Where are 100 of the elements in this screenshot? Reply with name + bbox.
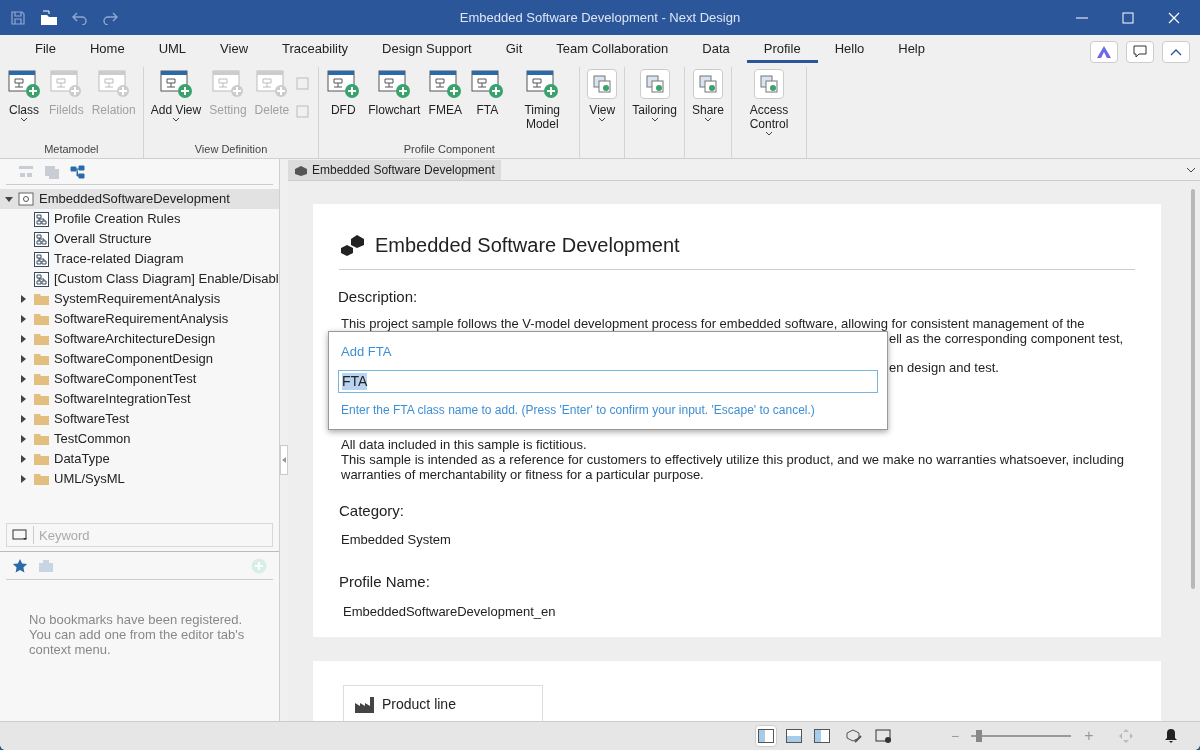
document-title: Embedded Software Development xyxy=(375,233,680,258)
expand-arrow-icon[interactable] xyxy=(21,375,26,383)
folder-icon xyxy=(34,353,49,365)
menu-tab[interactable]: Design Support xyxy=(365,38,489,63)
diagram-add-icon xyxy=(377,69,412,99)
tool-icon xyxy=(639,69,670,99)
ribbon-button[interactable]: Share xyxy=(688,67,727,122)
diagram-add-icon xyxy=(96,69,131,99)
text-line: Embedded System xyxy=(341,532,452,547)
menu-tab[interactable]: Hello xyxy=(817,38,882,63)
ribbon-button[interactable]: View xyxy=(584,67,621,122)
redo-icon[interactable] xyxy=(102,10,118,25)
search-box[interactable]: Keyword xyxy=(6,523,273,547)
ribbon-button[interactable]: Tailoring xyxy=(629,67,680,122)
undo-icon[interactable] xyxy=(72,10,88,25)
star-icon[interactable] xyxy=(12,557,28,574)
tree-item[interactable]: SoftwareRequirementAnalysis xyxy=(0,309,279,329)
tree-item[interactable]: SoftwareTest xyxy=(0,409,279,429)
menu-tab[interactable]: Home xyxy=(72,38,142,63)
folder-icon[interactable] xyxy=(40,9,58,26)
tree-item[interactable]: SystemRequirementAnalysis xyxy=(0,289,279,309)
expand-arrow-icon[interactable] xyxy=(21,335,26,343)
folder-icon xyxy=(34,393,49,405)
diagram-icon xyxy=(34,251,49,267)
collapse-arrow-icon[interactable] xyxy=(5,196,13,202)
scrollbar-thumb[interactable] xyxy=(1191,189,1195,589)
close-icon[interactable] xyxy=(1168,11,1180,24)
group-label: Profile Component xyxy=(402,141,496,157)
menu-tab[interactable]: Git xyxy=(488,38,540,63)
ribbon-button[interactable]: DFD xyxy=(323,67,364,117)
menu-tab[interactable]: File xyxy=(18,38,73,63)
tree-item[interactable]: Trace-related Diagram xyxy=(0,249,279,269)
empty-message: No bookmarks have been registered. You can add one from the editor tab's context menu. xyxy=(28,611,246,657)
tree-item[interactable]: [Custom Class Diagram] Enable/Disabl xyxy=(0,269,279,289)
name-input[interactable]: FTA xyxy=(338,369,878,393)
window-title: Embedded Software Development - Next Design xyxy=(459,8,741,27)
menu-tab[interactable]: Help xyxy=(881,38,942,63)
ribbon-button[interactable]: Timing Model xyxy=(509,67,576,131)
dropdown-icon[interactable] xyxy=(1186,166,1196,173)
folder-icon xyxy=(34,333,49,345)
expand-arrow-icon[interactable] xyxy=(21,395,26,403)
comment-button[interactable] xyxy=(1126,41,1154,63)
ribbon-button[interactable]: FTA xyxy=(467,67,508,117)
menu-tab[interactable]: UML xyxy=(141,38,204,63)
text-line: This project sample follows the V-model development process for embedded software, allowing for consistent management of the xyxy=(341,315,1086,331)
comment-icon xyxy=(1133,45,1147,59)
tree-item[interactable]: Profile Creation Rules xyxy=(0,209,279,229)
diagram-add-icon xyxy=(158,69,193,99)
expand-arrow-icon[interactable] xyxy=(21,315,26,323)
menu-tab[interactable]: View xyxy=(203,38,266,63)
ribbon-button[interactable]: FMEA xyxy=(425,67,466,117)
folder-icon xyxy=(34,373,49,385)
folder-icon xyxy=(34,313,49,325)
ribbon-button[interactable]: Class xyxy=(4,67,44,122)
ribbon-button[interactable]: Flowchart xyxy=(365,67,424,117)
text-filter-icon xyxy=(12,529,28,541)
keyword-field[interactable]: Keyword xyxy=(39,524,272,546)
logo-button[interactable] xyxy=(1090,41,1118,63)
menu-tab[interactable]: Traceability xyxy=(265,38,366,63)
tree-item[interactable]: UML/SysML xyxy=(0,469,279,489)
menu-tab[interactable]: Profile xyxy=(746,38,818,63)
slider-thumb[interactable] xyxy=(975,730,982,742)
package-icon xyxy=(294,163,308,176)
folder-icon xyxy=(34,293,49,305)
bell-icon[interactable] xyxy=(1163,728,1178,744)
tree-item[interactable]: DataType xyxy=(0,449,279,469)
tree-item[interactable]: EmbeddedSoftwareDevelopment xyxy=(0,189,279,209)
ribbon-button[interactable]: Add View xyxy=(147,67,205,122)
tree-item[interactable]: SoftwareArchitectureDesign xyxy=(0,329,279,349)
hierarchy-icon[interactable] xyxy=(70,164,86,179)
settings-window-icon[interactable] xyxy=(875,728,893,744)
expand-arrow-icon[interactable] xyxy=(21,475,26,483)
expand-arrow-icon[interactable] xyxy=(21,355,26,363)
expand-arrow-icon[interactable] xyxy=(21,415,26,423)
expand-arrow-icon[interactable] xyxy=(21,295,26,303)
folder-icon xyxy=(34,473,49,485)
package-icon xyxy=(339,234,365,256)
tree-item[interactable]: SoftwareIntegrationTest xyxy=(0,389,279,409)
layout-button[interactable] xyxy=(755,725,777,747)
zoom-slider[interactable] xyxy=(971,730,1072,742)
menu-tab[interactable]: Data xyxy=(685,38,747,63)
collapse-handle[interactable] xyxy=(280,445,288,475)
tree-item[interactable]: SoftwareComponentDesign xyxy=(0,349,279,369)
diagram-icon xyxy=(34,211,49,227)
folder-icon xyxy=(34,413,49,425)
editor-tab[interactable]: Embedded Software Development xyxy=(288,159,501,180)
chevron-up-icon xyxy=(1170,48,1182,56)
diagram-add-icon xyxy=(428,69,463,99)
expand-arrow-icon[interactable] xyxy=(21,435,26,443)
menu-tab[interactable]: Team Collaboration xyxy=(539,38,686,63)
text-line: EmbeddedSoftwareDevelopment_en xyxy=(343,603,557,619)
tree-item[interactable]: SoftwareComponentTest xyxy=(0,369,279,389)
maximize-icon[interactable] xyxy=(1122,11,1134,24)
diagram-icon xyxy=(34,231,49,247)
ribbon-button[interactable]: Access Control xyxy=(736,67,802,136)
tree-item[interactable]: TestCommon xyxy=(0,429,279,449)
tree-item[interactable]: Overall Structure xyxy=(0,229,279,249)
dialog-hint: Enter the FTA class name to add. (Press 'Enter' to confirm your input. 'Escape' to cancel.) xyxy=(340,401,816,419)
expand-arrow-icon[interactable] xyxy=(21,455,26,463)
tool-icon xyxy=(754,69,784,99)
